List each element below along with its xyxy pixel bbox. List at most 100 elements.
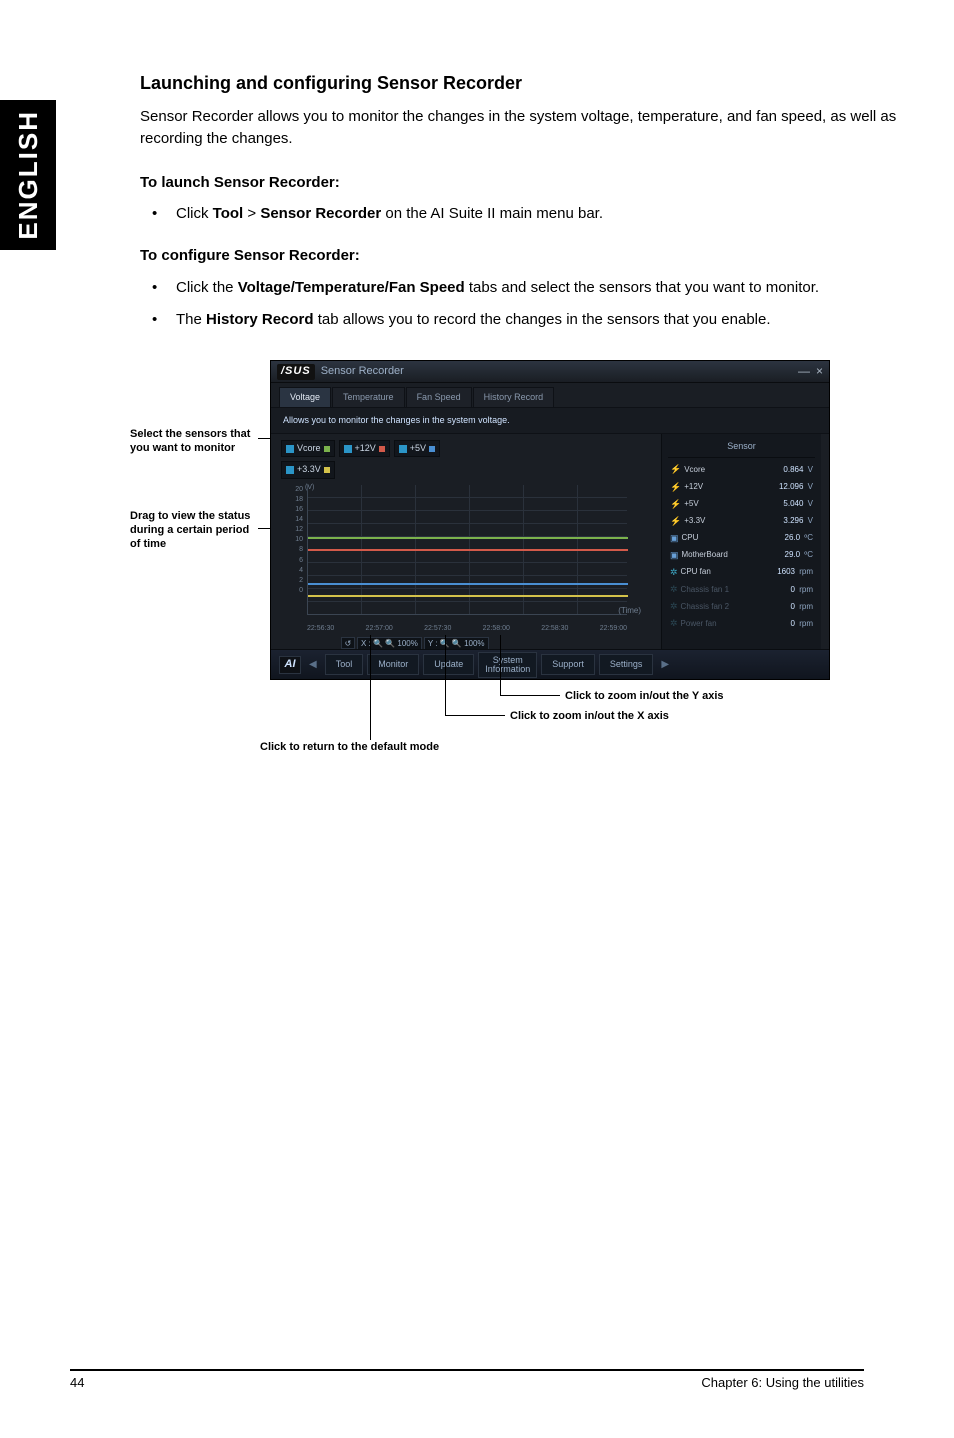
- plot-area[interactable]: [307, 485, 627, 615]
- tab-voltage[interactable]: Voltage: [279, 387, 331, 407]
- fan-icon: ✲: [670, 617, 678, 630]
- settings-button[interactable]: Settings: [599, 654, 654, 675]
- fan-icon: ✲: [670, 583, 678, 596]
- sensor-row: ✲Power fan 0 rpm: [668, 615, 815, 632]
- sensor-name: MotherBoard: [682, 549, 728, 561]
- page-heading: Launching and configuring Sensor Recorde…: [140, 70, 900, 96]
- language-tab: ENGLISH: [0, 100, 56, 250]
- chip-icon: ▣: [670, 532, 679, 545]
- sensor-row: ✲Chassis fan 1 0 rpm: [668, 581, 815, 598]
- x-axis: 22:56:3022:57:0022:57:3022:58:0022:58:30…: [307, 624, 627, 634]
- sensor-value: 12.096: [779, 482, 803, 491]
- window-title: Sensor Recorder: [321, 364, 404, 380]
- sensor-panel: Sensor ⚡Vcore0.864 V⚡+12V12.096 V⚡+5V5.0…: [661, 434, 821, 654]
- language-label: ENGLISH: [13, 110, 44, 240]
- sensor-value: 29.0: [785, 550, 801, 559]
- nav-next-icon[interactable]: ▶: [657, 658, 673, 673]
- launch-step: Click Tool > Sensor Recorder on the AI S…: [140, 203, 900, 225]
- sensor-name: Vcore: [684, 464, 705, 476]
- sensor-unit: ºC: [802, 533, 813, 542]
- page-footer: 44 Chapter 6: Using the utilities: [70, 1369, 864, 1390]
- fan-icon: ✲: [670, 566, 678, 579]
- tab-temperature[interactable]: Temperature: [332, 387, 405, 407]
- plot-line-5v: [308, 583, 628, 585]
- tab-history-record[interactable]: History Record: [473, 387, 555, 407]
- callout-zoom-x: Click to zoom in/out the X axis: [510, 709, 770, 725]
- checkbox-12v[interactable]: +12V: [339, 440, 390, 457]
- bottom-toolbar: AI ◀ Tool Monitor Update System Informat…: [271, 649, 829, 679]
- callout-drag: Drag to view the status during a certain…: [130, 510, 260, 551]
- callout-reset: Click to return to the default mode: [260, 740, 560, 756]
- callout-zoom-y: Click to zoom in/out the Y axis: [565, 689, 825, 705]
- voltage-chart[interactable]: (V) 20181614121086420 (Time): [281, 485, 641, 635]
- callout-line: [445, 635, 446, 715]
- tab-fan-speed[interactable]: Fan Speed: [406, 387, 472, 407]
- tab-description: Allows you to monitor the changes in the…: [271, 407, 829, 434]
- sensor-row: ✲Chassis fan 2 0 rpm: [668, 598, 815, 615]
- ai-suite-logo-icon: AI: [279, 656, 301, 674]
- launch-title: To launch Sensor Recorder:: [140, 172, 900, 194]
- monitor-button[interactable]: Monitor: [367, 654, 419, 675]
- plot-line-12v: [308, 549, 628, 551]
- support-button[interactable]: Support: [541, 654, 595, 675]
- callout-select-sensors: Select the sensors that you want to moni…: [130, 428, 260, 456]
- sensor-name: CPU fan: [681, 566, 711, 578]
- sensor-recorder-window: /SUS Sensor Recorder — × Voltage Tempera…: [270, 360, 830, 680]
- sensor-value: 0: [791, 585, 795, 594]
- chapter-label: Chapter 6: Using the utilities: [701, 1375, 864, 1390]
- system-information-button[interactable]: System Information: [478, 652, 537, 678]
- asus-logo: /SUS: [277, 364, 315, 380]
- swatch-3-3v: [324, 467, 330, 473]
- callout-line: [500, 695, 560, 696]
- swatch-vcore: [324, 446, 330, 452]
- callout-line: [500, 635, 501, 695]
- y-axis: 20181614121086420: [281, 485, 305, 615]
- checkbox-5v[interactable]: +5V: [394, 440, 440, 457]
- zoom-toolbar: ↺ X : 🔍 🔍 100% Y : 🔍 🔍 100%: [341, 637, 651, 651]
- sensor-name: Power fan: [681, 618, 717, 630]
- bolt-icon: ⚡: [670, 463, 681, 476]
- tool-button[interactable]: Tool: [325, 654, 364, 675]
- sensor-unit: rpm: [797, 602, 813, 611]
- intro-paragraph: Sensor Recorder allows you to monitor th…: [140, 106, 900, 150]
- sensor-unit: V: [805, 465, 813, 474]
- sensor-name: Chassis fan 1: [681, 584, 729, 596]
- minimize-icon[interactable]: —: [798, 363, 810, 380]
- sensor-row: ▣CPU 26.0 ºC: [668, 530, 815, 547]
- sensor-name: +5V: [684, 498, 698, 510]
- configure-step-2: The History Record tab allows you to rec…: [140, 309, 900, 331]
- sensor-row: ⚡+3.3V3.296 V: [668, 513, 815, 530]
- titlebar: /SUS Sensor Recorder — ×: [271, 361, 829, 383]
- plot-line-vcore: [308, 537, 628, 539]
- sensor-unit: rpm: [797, 619, 813, 628]
- sensor-value: 0: [791, 619, 795, 628]
- page-number: 44: [70, 1375, 84, 1390]
- zoom-x-label: X : 🔍 🔍 100%: [357, 637, 422, 651]
- sensor-name: Chassis fan 2: [681, 601, 729, 613]
- sensor-value: 0.864: [783, 465, 803, 474]
- sensor-unit: rpm: [797, 585, 813, 594]
- nav-prev-icon[interactable]: ◀: [305, 658, 321, 673]
- update-button[interactable]: Update: [423, 654, 474, 675]
- close-icon[interactable]: ×: [816, 363, 823, 380]
- sensor-value: 1603: [777, 567, 795, 576]
- sensor-panel-title: Sensor: [668, 438, 815, 458]
- fan-icon: ✲: [670, 600, 678, 613]
- sensor-row: ✲CPU fan1603 rpm: [668, 564, 815, 581]
- bolt-icon: ⚡: [670, 515, 681, 528]
- sensor-row: ⚡+5V5.040 V: [668, 496, 815, 513]
- sensor-unit: V: [805, 516, 813, 525]
- sensor-value: 26.0: [785, 533, 801, 542]
- callout-line: [445, 715, 505, 716]
- checkbox-vcore[interactable]: Vcore: [281, 440, 335, 457]
- bolt-icon: ⚡: [670, 498, 681, 511]
- sensor-value: 5.040: [783, 499, 803, 508]
- checkbox-3-3v[interactable]: +3.3V: [281, 461, 335, 478]
- sensor-name: +3.3V: [684, 515, 705, 527]
- configure-title: To configure Sensor Recorder:: [140, 245, 900, 267]
- reset-zoom-button[interactable]: ↺: [341, 637, 355, 649]
- callout-line: [370, 635, 371, 740]
- sensor-name: CPU: [682, 532, 699, 544]
- sensor-value: 0: [791, 602, 795, 611]
- plot-line-3-3v: [308, 595, 628, 597]
